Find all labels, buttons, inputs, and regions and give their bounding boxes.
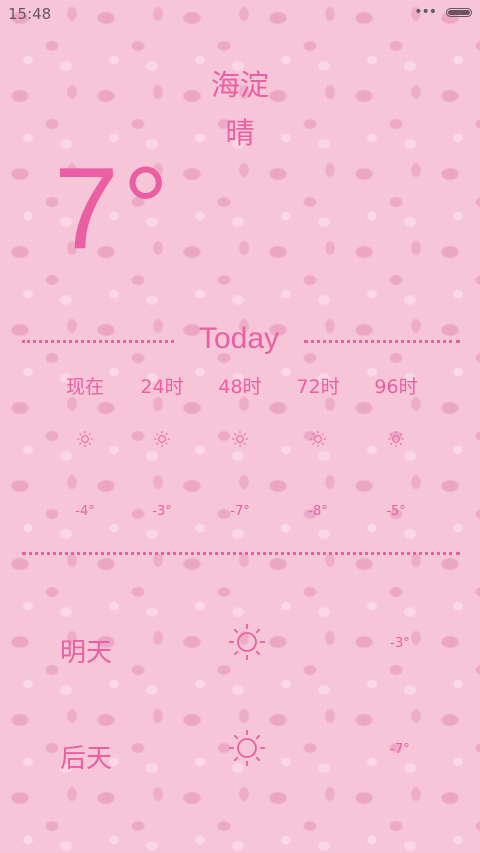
battery-icon bbox=[446, 8, 472, 17]
day-temperature: -3° bbox=[390, 636, 410, 651]
city-name: 海淀 bbox=[210, 68, 269, 102]
sun-icon bbox=[229, 730, 265, 766]
sun-icon bbox=[232, 431, 248, 447]
daily-item-tomorrow: 明天 -3° bbox=[0, 622, 480, 678]
hour-temperature: -7° bbox=[230, 504, 250, 519]
hourly-item: 48时 -7° bbox=[205, 370, 275, 530]
hourly-item: 96时 -5° bbox=[361, 370, 431, 530]
sun-icon bbox=[77, 431, 93, 447]
hour-label: 96时 bbox=[374, 376, 418, 398]
hourly-item: 现在 -4° bbox=[50, 370, 120, 530]
current-temperature: 7° bbox=[54, 143, 173, 273]
sun-icon bbox=[229, 624, 265, 660]
status-time: 15:48 bbox=[8, 5, 52, 23]
hour-label: 72时 bbox=[296, 376, 340, 398]
divider-left bbox=[22, 340, 174, 343]
hour-temperature: -8° bbox=[308, 504, 328, 519]
day-label: 后天 bbox=[60, 744, 113, 774]
hour-label: 48时 bbox=[218, 376, 262, 398]
hour-label: 现在 bbox=[65, 376, 104, 398]
hour-temperature: -3° bbox=[152, 504, 172, 519]
sun-icon bbox=[154, 431, 170, 447]
day-temperature: -7° bbox=[390, 742, 410, 757]
hourly-item: 24时 -3° bbox=[127, 370, 197, 530]
divider-right bbox=[304, 340, 460, 343]
signal-dots-icon: ••• bbox=[414, 4, 437, 20]
sun-icon bbox=[388, 431, 404, 447]
hourly-item: 72时 -8° bbox=[283, 370, 353, 530]
today-label: Today bbox=[198, 322, 280, 355]
divider-daily bbox=[22, 552, 460, 555]
daily-item-day-after: 后天 -7° bbox=[0, 728, 480, 784]
sun-icon bbox=[310, 431, 326, 447]
hour-temperature: -5° bbox=[386, 504, 406, 519]
hour-temperature: -4° bbox=[75, 504, 95, 519]
status-bar: 15:48 ••• bbox=[0, 0, 480, 28]
hour-label: 24时 bbox=[140, 376, 184, 398]
hourly-forecast: 现在 -4° 24时 -3° 48时 -7° 72时 -8° 96时 -5° bbox=[0, 370, 480, 530]
day-label: 明天 bbox=[60, 638, 113, 668]
